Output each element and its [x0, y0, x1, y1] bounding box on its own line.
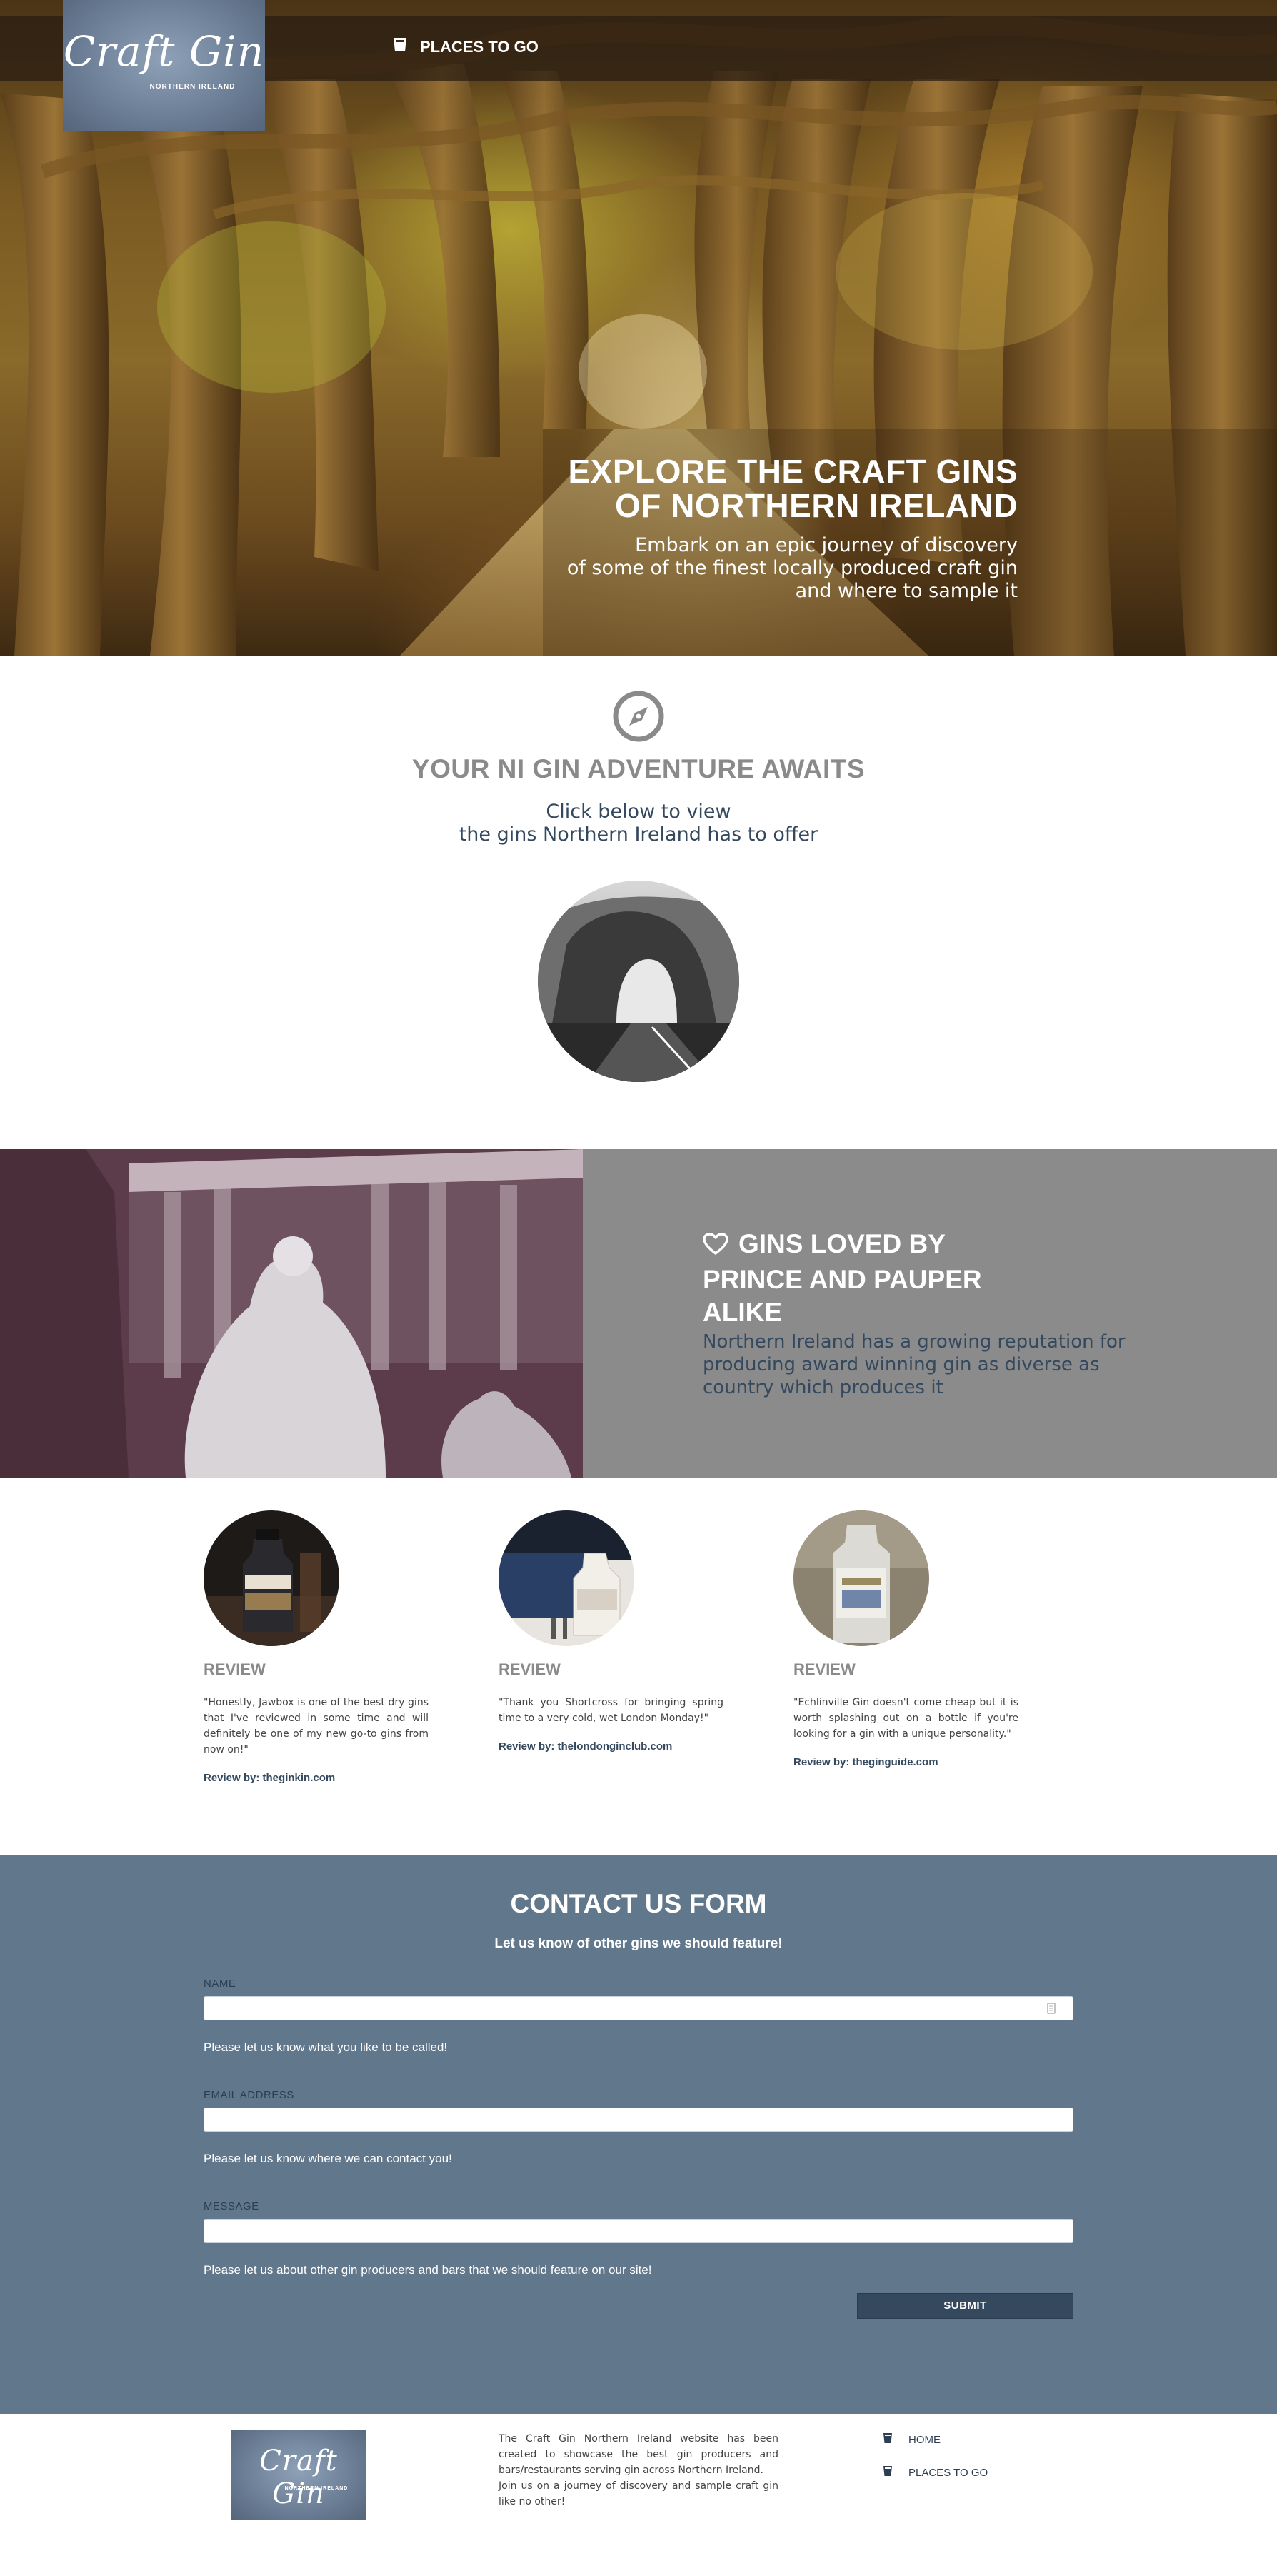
name-label: NAME: [204, 1978, 236, 1990]
adventure-subtitle: Click below to view the gins Northern Ir…: [0, 801, 1277, 846]
adventure-subtitle-line2: the gins Northern Ireland has to offer: [459, 823, 818, 846]
loved-title: GINS LOVED BY PRINCE AND PAUPER ALIKE: [703, 1228, 1146, 1329]
review-author: Review by: thelondonginclub.com: [499, 1740, 673, 1753]
review-card-echlinville: REVIEW "Echlinville Gin doesn't come che…: [793, 1510, 1018, 1768]
site-footer: Craft Gin NORTHERN IRELAND The Craft Gin…: [0, 2414, 1277, 2576]
hero-title-line1: EXPLORE THE CRAFT GINS: [568, 453, 1018, 490]
email-input[interactable]: [204, 2108, 1073, 2132]
hero-title: EXPLORE THE CRAFT GINS OF NORTHERN IRELA…: [446, 454, 1018, 523]
jawbox-bottle-image: [204, 1510, 339, 1646]
echlinville-bottle-image: [793, 1510, 929, 1646]
heart-icon: [703, 1231, 728, 1263]
hero-subtitle-line2: of some of the finest locally produced c…: [566, 557, 1018, 579]
email-label: EMAIL ADDRESS: [204, 2089, 294, 2101]
review-heading: REVIEW: [499, 1660, 561, 1678]
name-help-text: Please let us know what you like to be c…: [204, 2040, 448, 2054]
loved-title-line1: GINS LOVED BY: [738, 1229, 946, 1258]
footer-about-text: The Craft Gin Northern Ireland website h…: [499, 2431, 778, 2510]
review-card-jawbox: REVIEW "Honestly, Jawbox is one of the b…: [204, 1510, 429, 1784]
footer-nav: HOME PLACES TO GO: [883, 2431, 988, 2497]
dark-arch-image: [538, 896, 739, 1082]
hero-text-block: EXPLORE THE CRAFT GINS OF NORTHERN IRELA…: [446, 454, 1018, 603]
contact-section: CONTACT US FORM Let us know of other gin…: [0, 1855, 1277, 2414]
statue-image: [0, 1149, 583, 1478]
review-text: "Echlinville Gin doesn't come cheap but …: [793, 1697, 1018, 1740]
name-input[interactable]: [204, 1996, 1073, 2020]
review-image-echlinville: [793, 1510, 929, 1646]
hero-subtitle-line3: and where to sample it: [795, 580, 1018, 602]
hero-section: Craft Gin NORTHERN IRELAND PLACES TO GO …: [0, 0, 1277, 656]
footer-nav-home-label: HOME: [908, 2433, 941, 2446]
contact-subtitle: Let us know of other gins we should feat…: [494, 1936, 783, 1951]
queen-victoria-statue-image: [0, 1149, 583, 1478]
shortcross-bottle-image: [499, 1510, 634, 1646]
review-heading: REVIEW: [204, 1660, 266, 1678]
loved-subtitle: Northern Ireland has a growing reputatio…: [703, 1331, 1126, 1398]
review-card-shortcross: REVIEW "Thank you Shortcross for bringin…: [499, 1510, 723, 1753]
nav-places-label: PLACES TO GO: [420, 38, 539, 56]
review-author: Review by: theginkin.com: [204, 1772, 336, 1784]
hero-title-line2: OF NORTHERN IRELAND: [614, 487, 1018, 524]
logo-subtitle: NORTHERN IRELAND: [149, 83, 236, 91]
logo-script-text: Craft Gin: [63, 27, 265, 76]
footer-nav-places[interactable]: PLACES TO GO: [883, 2464, 988, 2481]
compass-icon: [613, 691, 664, 742]
review-text: "Honestly, Jawbox is one of the best dry…: [204, 1697, 429, 1755]
review-text: "Thank you Shortcross for bringing sprin…: [499, 1697, 723, 1724]
review-image-jawbox: [204, 1510, 339, 1646]
message-label: MESSAGE: [204, 2200, 259, 2212]
gin-glass-icon: [883, 2432, 893, 2447]
footer-about-paragraph-2: Join us on a journey of discovery and sa…: [499, 2480, 778, 2507]
footer-logo-script: Craft Gin: [259, 2445, 338, 2510]
adventure-section: YOUR NI GIN ADVENTURE AWAITS Click below…: [0, 656, 1277, 1149]
site-logo[interactable]: Craft Gin NORTHERN IRELAND: [63, 0, 265, 131]
email-help-text: Please let us know where we can contact …: [204, 2152, 452, 2165]
message-help-text: Please let us about other gin producers …: [204, 2263, 652, 2277]
gin-glass-icon: [393, 37, 407, 57]
footer-about-paragraph-1: The Craft Gin Northern Ireland website h…: [499, 2433, 778, 2476]
review-image-shortcross: [499, 1510, 634, 1646]
message-input[interactable]: [204, 2219, 1073, 2243]
explore-gins-image-link[interactable]: [538, 881, 739, 1082]
contact-title: CONTACT US FORM: [510, 1889, 767, 1918]
hero-subtitle: Embark on an epic journey of discovery o…: [446, 534, 1018, 603]
review-heading: REVIEW: [793, 1660, 856, 1678]
loved-section: GINS LOVED BY PRINCE AND PAUPER ALIKE No…: [0, 1149, 1277, 1478]
footer-nav-places-label: PLACES TO GO: [908, 2466, 988, 2479]
footer-logo[interactable]: Craft Gin NORTHERN IRELAND: [231, 2430, 366, 2520]
footer-logo-subtitle: NORTHERN IRELAND: [284, 2486, 349, 2491]
footer-nav-home[interactable]: HOME: [883, 2431, 988, 2448]
gin-glass-icon: [883, 2465, 893, 2480]
adventure-subtitle-line1: Click below to view: [546, 801, 731, 823]
reviews-section: REVIEW "Honestly, Jawbox is one of the b…: [0, 1478, 1277, 1855]
hero-subtitle-line1: Embark on an epic journey of discovery: [635, 534, 1018, 556]
nav-places-to-go[interactable]: PLACES TO GO: [393, 37, 539, 57]
submit-button[interactable]: SUBMIT: [857, 2293, 1073, 2319]
adventure-title: YOUR NI GIN ADVENTURE AWAITS: [411, 754, 866, 783]
loved-text-block: GINS LOVED BY PRINCE AND PAUPER ALIKE No…: [703, 1228, 1146, 1399]
loved-title-line3: ALIKE: [703, 1298, 782, 1327]
loved-title-line2: PRINCE AND PAUPER: [703, 1265, 982, 1294]
review-author: Review by: theginguide.com: [793, 1756, 938, 1768]
